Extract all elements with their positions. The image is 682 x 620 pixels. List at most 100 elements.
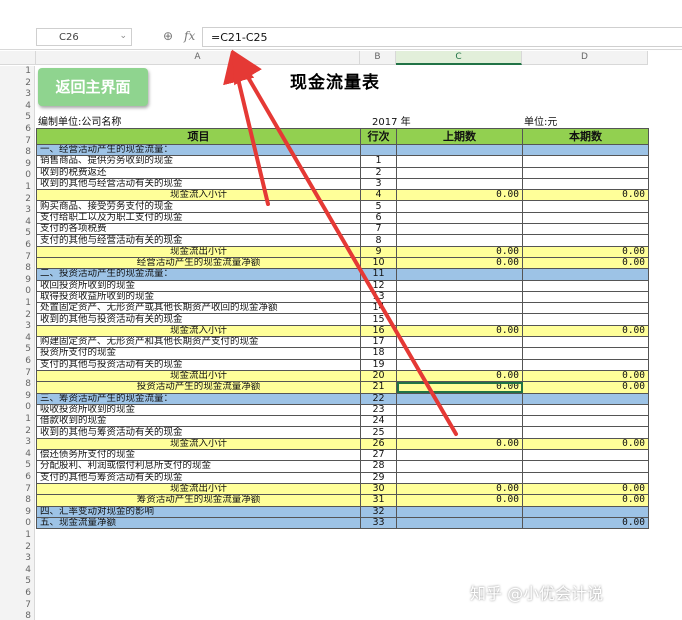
- curr-cell[interactable]: [522, 336, 649, 349]
- curr-cell[interactable]: 0.00: [522, 381, 649, 394]
- seq-cell[interactable]: 12: [360, 279, 397, 292]
- name-box[interactable]: C26 ⌄: [36, 28, 132, 46]
- item-cell[interactable]: 收到的税费返还: [36, 166, 361, 179]
- seq-cell[interactable]: 29: [360, 471, 397, 484]
- prev-cell[interactable]: [396, 358, 523, 371]
- row-header[interactable]: 9: [0, 274, 35, 287]
- prev-cell[interactable]: [396, 449, 523, 462]
- item-cell[interactable]: 支付的其他与投资活动有关的现金: [36, 358, 361, 371]
- prev-cell[interactable]: [396, 336, 523, 349]
- row-header[interactable]: 7: [0, 135, 35, 148]
- seq-cell[interactable]: 19: [360, 358, 397, 371]
- row-header[interactable]: 5: [0, 344, 35, 356]
- item-cell[interactable]: 收到的其他与经营活动有关的现金: [36, 177, 361, 191]
- row-header[interactable]: 6: [0, 124, 35, 136]
- prev-cell[interactable]: [396, 155, 523, 168]
- row-header[interactable]: 0: [0, 286, 35, 298]
- row-header[interactable]: 3: [0, 321, 35, 333]
- prev-cell[interactable]: [396, 392, 523, 405]
- row-header[interactable]: 1: [0, 66, 35, 78]
- prev-cell[interactable]: [396, 211, 523, 225]
- prev-cell[interactable]: [396, 268, 523, 281]
- seq-cell[interactable]: 16: [360, 324, 397, 338]
- curr-cell[interactable]: [522, 302, 649, 315]
- item-cell[interactable]: 收到的其他与筹资活动有关的现金: [36, 426, 361, 439]
- prev-cell[interactable]: 0.00: [396, 482, 523, 496]
- curr-cell[interactable]: [522, 211, 649, 225]
- curr-cell[interactable]: [522, 415, 649, 428]
- row-header[interactable]: 7: [0, 599, 35, 612]
- row-header[interactable]: 4: [0, 332, 35, 345]
- prev-cell[interactable]: [396, 290, 523, 304]
- prev-cell[interactable]: [396, 415, 523, 428]
- curr-cell[interactable]: 0.00: [522, 189, 649, 202]
- row-header[interactable]: 9: [0, 390, 35, 403]
- row-header[interactable]: 8: [0, 147, 35, 159]
- row-header[interactable]: 7: [0, 367, 35, 380]
- seq-cell[interactable]: 25: [360, 426, 397, 439]
- item-cell[interactable]: 投资所支付的现金: [36, 347, 361, 360]
- item-cell[interactable]: 经营活动产生的现金流量净额: [36, 256, 361, 270]
- curr-cell[interactable]: [522, 426, 649, 439]
- row-header[interactable]: 9: [0, 158, 35, 171]
- curr-cell[interactable]: 0.00: [522, 516, 649, 530]
- seq-cell[interactable]: 3: [360, 177, 397, 191]
- seq-cell[interactable]: 5: [360, 200, 397, 213]
- curr-cell[interactable]: 0.00: [522, 245, 649, 258]
- curr-cell[interactable]: [522, 200, 649, 213]
- row-header[interactable]: 6: [0, 472, 35, 484]
- prev-cell[interactable]: 0.00: [396, 256, 523, 270]
- row-header[interactable]: 5: [0, 576, 35, 588]
- item-cell[interactable]: 五、现金流量净额: [36, 516, 361, 530]
- curr-cell[interactable]: [522, 268, 649, 281]
- seq-cell[interactable]: 13: [360, 290, 397, 304]
- row-header[interactable]: 6: [0, 356, 35, 368]
- item-cell[interactable]: 销售商品、提供劳务收到的现金: [36, 155, 361, 168]
- prev-cell[interactable]: [396, 279, 523, 292]
- item-cell[interactable]: 支付的各项税费: [36, 223, 361, 236]
- row-header[interactable]: 6: [0, 588, 35, 600]
- row-header[interactable]: 7: [0, 483, 35, 496]
- curr-cell[interactable]: [522, 223, 649, 236]
- item-cell[interactable]: 现金流入小计: [36, 324, 361, 338]
- item-cell[interactable]: 吸收投资所收到的现金: [36, 403, 361, 417]
- row-header[interactable]: 1: [0, 414, 35, 426]
- row-header[interactable]: 6: [0, 240, 35, 252]
- zoom-icon[interactable]: ⊕: [163, 29, 173, 43]
- seq-cell[interactable]: 4: [360, 189, 397, 202]
- row-header[interactable]: 8: [0, 379, 35, 391]
- prev-cell[interactable]: [396, 313, 523, 326]
- curr-cell[interactable]: 0.00: [522, 482, 649, 496]
- item-cell[interactable]: 收到的其他与投资活动有关的现金: [36, 313, 361, 326]
- item-cell[interactable]: 投资活动产生的现金流量净额: [36, 381, 361, 394]
- column-header-c[interactable]: C: [396, 51, 522, 65]
- seq-cell[interactable]: 28: [360, 460, 397, 473]
- row-header[interactable]: 0: [0, 518, 35, 530]
- row-header[interactable]: 3: [0, 437, 35, 449]
- curr-cell[interactable]: 0.00: [522, 324, 649, 338]
- item-cell[interactable]: 支付给职工以及为职工支付的现金: [36, 211, 361, 225]
- prev-cell[interactable]: [396, 347, 523, 360]
- row-header[interactable]: 8: [0, 263, 35, 275]
- seq-cell[interactable]: 15: [360, 313, 397, 326]
- curr-cell[interactable]: [522, 392, 649, 405]
- prev-cell[interactable]: [396, 166, 523, 179]
- row-header[interactable]: 8: [0, 611, 35, 620]
- item-cell[interactable]: 筹资活动产生的现金流量净额: [36, 494, 361, 507]
- curr-cell[interactable]: [522, 505, 649, 518]
- prev-cell[interactable]: [396, 471, 523, 484]
- row-header[interactable]: 1: [0, 298, 35, 310]
- seq-cell[interactable]: 20: [360, 369, 397, 383]
- item-cell[interactable]: 分配股利、利润或偿付利息所支付的现金: [36, 460, 361, 473]
- seq-cell[interactable]: 26: [360, 437, 397, 451]
- item-cell[interactable]: 现金流出小计: [36, 245, 361, 258]
- row-header[interactable]: 2: [0, 309, 35, 322]
- curr-cell[interactable]: [522, 155, 649, 168]
- row-header[interactable]: 2: [0, 193, 35, 206]
- curr-cell[interactable]: 0.00: [522, 437, 649, 451]
- prev-cell[interactable]: [396, 143, 523, 157]
- item-cell[interactable]: 现金流入小计: [36, 437, 361, 451]
- item-cell[interactable]: 现金流出小计: [36, 482, 361, 496]
- prev-cell[interactable]: 0.00: [396, 381, 523, 394]
- item-cell[interactable]: 购建固定资产、无形资产和其他长期资产支付的现金: [36, 336, 361, 349]
